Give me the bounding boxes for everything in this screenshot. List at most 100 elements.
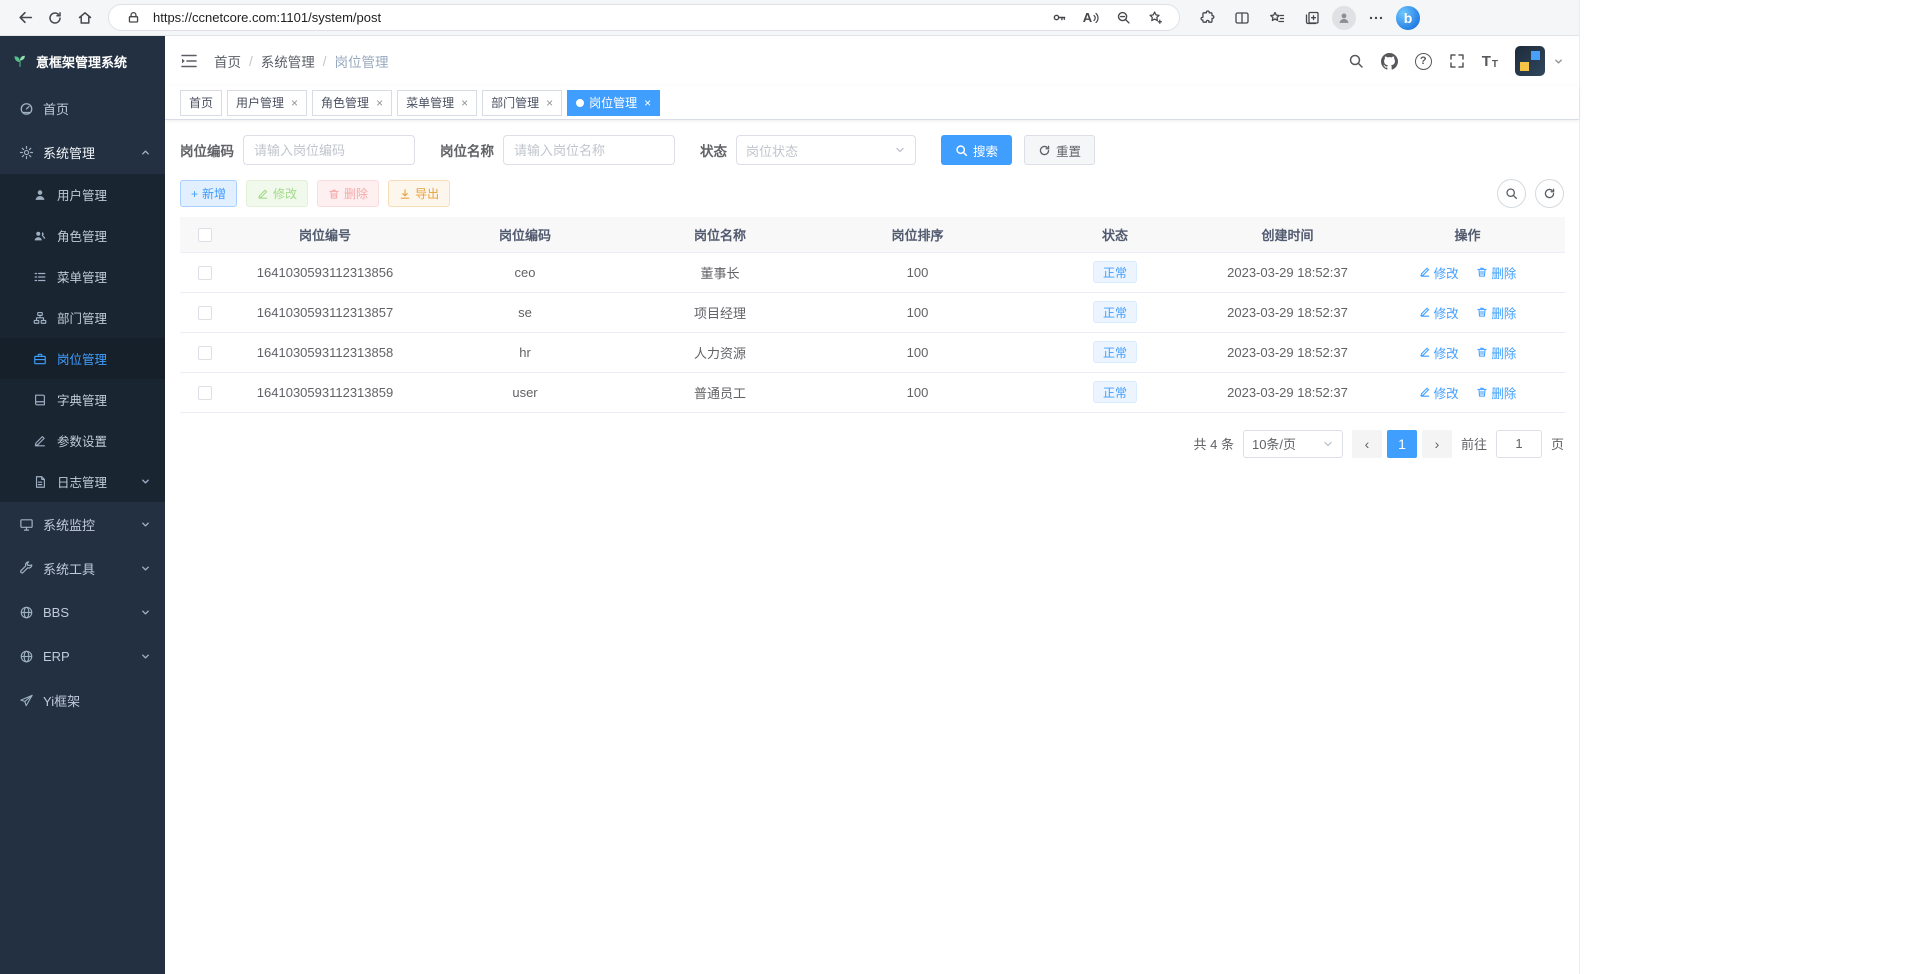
ssl-lock-icon[interactable] xyxy=(121,6,145,30)
sidebar-item-erp[interactable]: ERP xyxy=(0,634,165,678)
chevron-down-icon xyxy=(140,563,151,574)
breadcrumb-item-current: 岗位管理 xyxy=(335,51,389,71)
sidebar-subitem-dictionary[interactable]: 字典管理 xyxy=(0,379,165,420)
top-navbar: 首页 / 系统管理 / 岗位管理 ? xyxy=(165,36,1579,86)
sidebar-item-yiframework[interactable]: Yi框架 xyxy=(0,678,165,722)
help-icon[interactable]: ? xyxy=(1415,53,1432,70)
read-aloud-icon[interactable]: A xyxy=(1079,6,1103,30)
sidebar-subitem-menus[interactable]: 菜单管理 xyxy=(0,256,165,297)
sidebar-subitem-logs[interactable]: 日志管理 xyxy=(0,461,165,502)
table-row[interactable]: 1641030593112313856 ceo 董事长 100 正常 2023-… xyxy=(180,252,1565,292)
row-checkbox[interactable] xyxy=(198,306,212,320)
sidebar-item-system[interactable]: 系统管理 xyxy=(0,130,165,174)
split-screen-icon[interactable] xyxy=(1227,3,1257,33)
edit-link[interactable]: 修改 xyxy=(1419,383,1459,402)
header-created-time: 创建时间 xyxy=(1205,217,1370,252)
fullscreen-icon[interactable] xyxy=(1449,53,1465,69)
row-checkbox[interactable] xyxy=(198,386,212,400)
url-text[interactable]: https://ccnetcore.com:1101/system/post xyxy=(153,10,1039,25)
browser-back-button[interactable] xyxy=(10,3,40,33)
goto-page-input[interactable] xyxy=(1496,430,1542,458)
post-name-input[interactable] xyxy=(503,135,675,165)
table-row[interactable]: 1641030593112313858 hr 人力资源 100 正常 2023-… xyxy=(180,332,1565,372)
tab-home[interactable]: 首页 xyxy=(180,90,222,116)
page-size-select[interactable]: 10条/页 xyxy=(1243,430,1343,458)
sidebar-item-monitor[interactable]: 系统监控 xyxy=(0,502,165,546)
address-bar[interactable]: https://ccnetcore.com:1101/system/post A xyxy=(108,4,1180,31)
cell-post-name: 人力资源 xyxy=(630,332,810,372)
delete-link[interactable]: 删除 xyxy=(1476,303,1516,322)
export-button[interactable]: 导出 xyxy=(388,180,450,207)
github-icon[interactable] xyxy=(1381,53,1398,70)
browser-home-button[interactable] xyxy=(70,3,100,33)
sidebar-subitem-roles[interactable]: 角色管理 xyxy=(0,215,165,256)
select-all-checkbox[interactable] xyxy=(198,228,212,242)
favorites-icon[interactable] xyxy=(1262,3,1292,33)
refresh-table-button[interactable] xyxy=(1535,179,1564,208)
sidebar-subitem-users[interactable]: 用户管理 xyxy=(0,174,165,215)
status-select[interactable]: 岗位状态 xyxy=(736,135,916,165)
sidebar-subitem-parameters[interactable]: 参数设置 xyxy=(0,420,165,461)
prev-page-button[interactable]: ‹ xyxy=(1352,430,1382,458)
app-logo[interactable]: 意框架管理系统 xyxy=(0,36,165,86)
sidebar-item-tools[interactable]: 系统工具 xyxy=(0,546,165,590)
next-page-button[interactable]: › xyxy=(1422,430,1452,458)
edit-link[interactable]: 修改 xyxy=(1419,263,1459,282)
sidebar-toggle[interactable] xyxy=(180,53,198,69)
dashboard-icon xyxy=(18,101,34,116)
add-button[interactable]: + 新增 xyxy=(180,180,237,207)
sidebar-subitem-posts[interactable]: 岗位管理 xyxy=(0,338,165,379)
sidebar-subitem-departments[interactable]: 部门管理 xyxy=(0,297,165,338)
browser-menu-icon[interactable] xyxy=(1361,3,1391,33)
tab-users[interactable]: 用户管理× xyxy=(227,90,307,116)
edit-button[interactable]: 修改 xyxy=(246,180,308,207)
table-header-row: 岗位编号 岗位编码 岗位名称 岗位排序 状态 创建时间 操作 xyxy=(180,217,1565,252)
tab-departments[interactable]: 部门管理× xyxy=(482,90,562,116)
edit-link[interactable]: 修改 xyxy=(1419,343,1459,362)
table-row[interactable]: 1641030593112313857 se 项目经理 100 正常 2023-… xyxy=(180,292,1565,332)
delete-button[interactable]: 删除 xyxy=(317,180,379,207)
avatar-caret-icon[interactable] xyxy=(1553,56,1564,67)
extensions-icon[interactable] xyxy=(1192,3,1222,33)
tab-close-icon[interactable]: × xyxy=(461,97,468,109)
collections-icon[interactable] xyxy=(1297,3,1327,33)
show-search-toggle-button[interactable] xyxy=(1497,179,1526,208)
search-button[interactable]: 搜索 xyxy=(941,135,1012,165)
tab-roles[interactable]: 角色管理× xyxy=(312,90,392,116)
cell-created-time: 2023-03-29 18:52:37 xyxy=(1205,372,1370,412)
tab-close-icon[interactable]: × xyxy=(376,97,383,109)
breadcrumb-item-home[interactable]: 首页 xyxy=(214,51,241,71)
plus-icon: + xyxy=(191,187,198,201)
row-checkbox[interactable] xyxy=(198,346,212,360)
table-tools xyxy=(1497,179,1564,208)
edit-link[interactable]: 修改 xyxy=(1419,303,1459,322)
user-avatar[interactable] xyxy=(1515,46,1545,76)
zoom-out-icon[interactable] xyxy=(1111,6,1135,30)
font-size-icon[interactable]: TT xyxy=(1482,53,1498,70)
edit-icon xyxy=(1419,306,1431,318)
table-row[interactable]: 1641030593112313859 user 普通员工 100 正常 202… xyxy=(180,372,1565,412)
browser-refresh-button[interactable] xyxy=(40,3,70,33)
gear-icon xyxy=(18,145,34,160)
tab-close-icon[interactable]: × xyxy=(644,97,651,109)
reset-button[interactable]: 重置 xyxy=(1024,135,1095,165)
header-search-icon[interactable] xyxy=(1348,53,1364,69)
sidebar-item-bbs[interactable]: BBS xyxy=(0,590,165,634)
tab-close-icon[interactable]: × xyxy=(291,97,298,109)
post-code-input[interactable] xyxy=(243,135,415,165)
sidebar-item-home[interactable]: 首页 xyxy=(0,86,165,130)
delete-link[interactable]: 删除 xyxy=(1476,263,1516,282)
row-checkbox[interactable] xyxy=(198,266,212,280)
tab-posts[interactable]: 岗位管理× xyxy=(567,90,660,116)
browser-profile-avatar[interactable] xyxy=(1332,6,1356,30)
download-icon xyxy=(399,188,411,200)
delete-link[interactable]: 删除 xyxy=(1476,383,1516,402)
pagination: 共 4 条 10条/页 ‹ 1 › 前往 页 xyxy=(180,430,1564,458)
delete-link[interactable]: 删除 xyxy=(1476,343,1516,362)
tab-close-icon[interactable]: × xyxy=(546,97,553,109)
copilot-icon[interactable]: b xyxy=(1396,6,1420,30)
page-button-1[interactable]: 1 xyxy=(1387,430,1417,458)
add-favorite-icon[interactable] xyxy=(1143,6,1167,30)
password-key-icon[interactable] xyxy=(1047,6,1071,30)
tab-menus[interactable]: 菜单管理× xyxy=(397,90,477,116)
